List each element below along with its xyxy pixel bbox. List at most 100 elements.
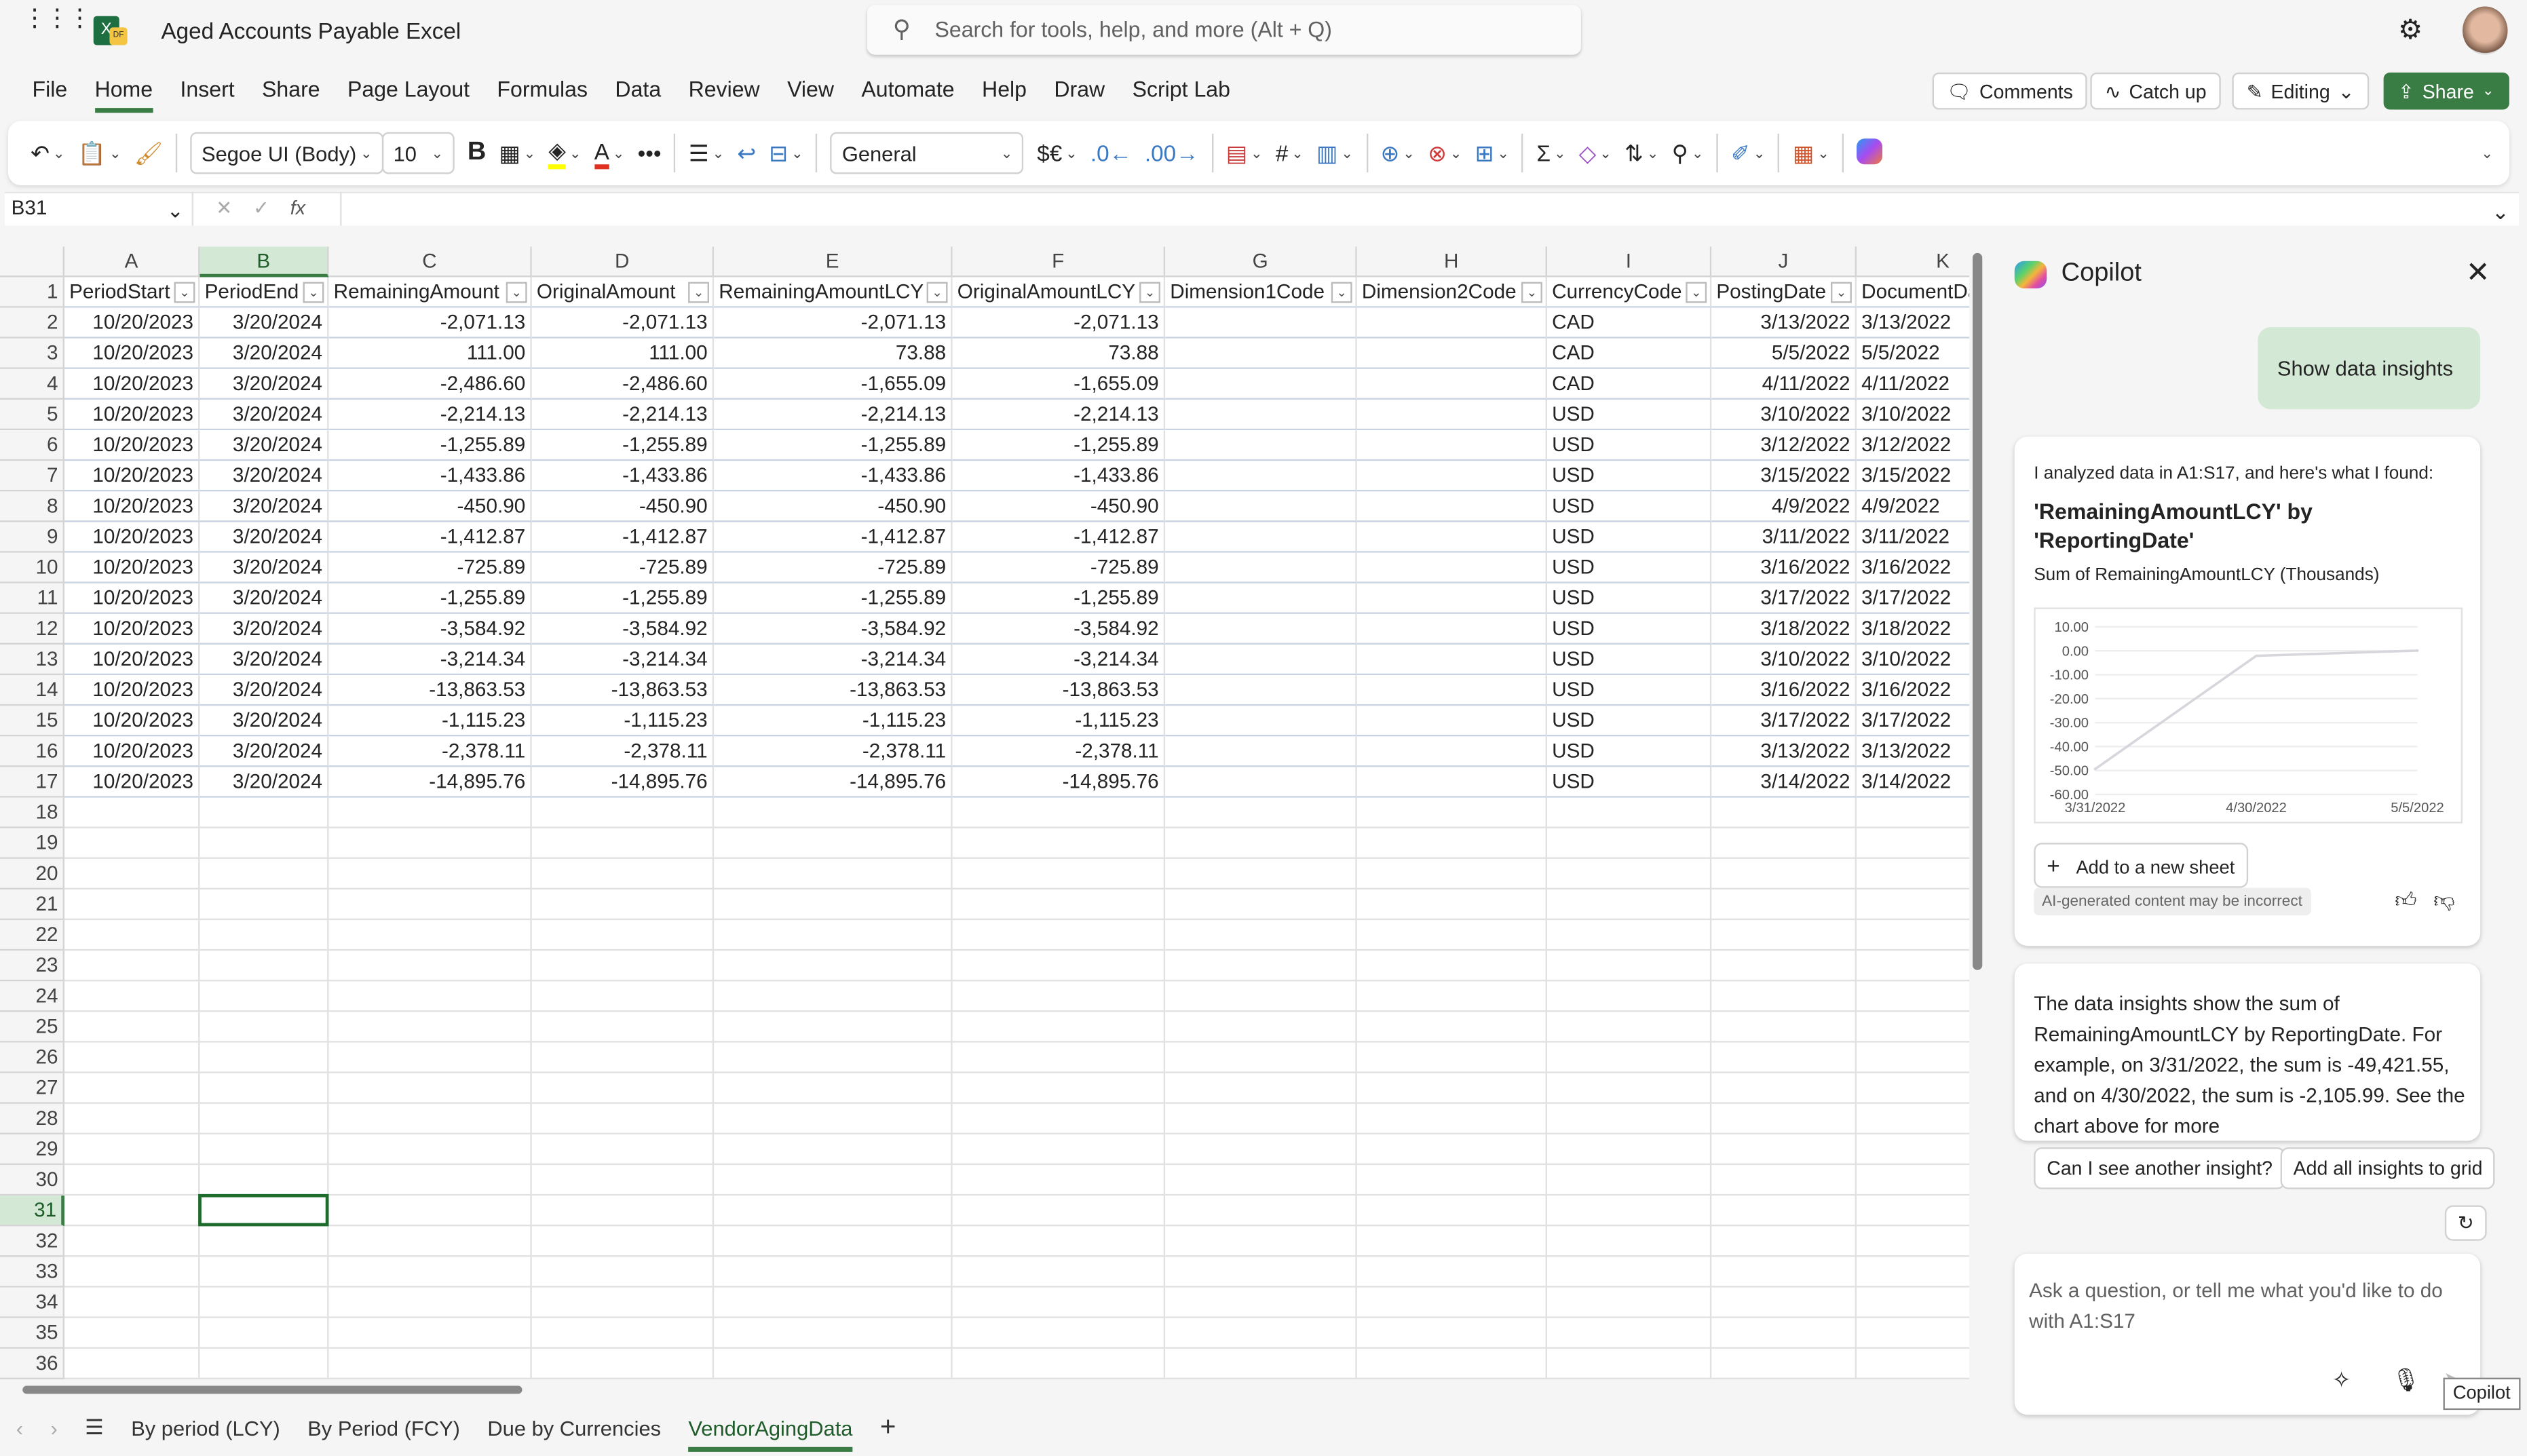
- cell[interactable]: [531, 1287, 715, 1318]
- cell[interactable]: [64, 1165, 200, 1196]
- cell[interactable]: [1356, 1165, 1547, 1196]
- menu-tab-share[interactable]: Share: [262, 77, 320, 113]
- cell[interactable]: [1165, 1318, 1357, 1349]
- filter-dropdown-icon[interactable]: ⌄: [1686, 282, 1707, 303]
- cell[interactable]: 111.00: [328, 338, 532, 369]
- cell[interactable]: 4/9/2022: [1711, 491, 1857, 522]
- undo-button[interactable]: ↶ ⌄: [31, 139, 65, 166]
- cell[interactable]: [714, 1348, 953, 1379]
- cell[interactable]: [1356, 675, 1547, 706]
- cell[interactable]: USD: [1547, 736, 1712, 767]
- cell[interactable]: [1711, 1226, 1857, 1257]
- cell[interactable]: [1711, 920, 1857, 951]
- table-header-cell[interactable]: CurrencyCode ⌄: [1547, 277, 1712, 308]
- row-header[interactable]: 15: [0, 706, 64, 737]
- cell[interactable]: -2,214.13: [328, 400, 532, 431]
- cell[interactable]: [1356, 1103, 1547, 1134]
- formula-bar[interactable]: ⌄: [5, 191, 2520, 226]
- cell[interactable]: -1,115.23: [531, 706, 715, 737]
- cell[interactable]: [200, 951, 329, 982]
- cell[interactable]: 5/5/2022: [1857, 339, 1970, 369]
- cell[interactable]: 3/20/2024: [200, 645, 329, 676]
- cell[interactable]: -725.89: [328, 552, 532, 583]
- cell[interactable]: [1857, 1104, 1970, 1134]
- cell[interactable]: [1165, 430, 1357, 461]
- add-sheet-icon[interactable]: +: [880, 1412, 896, 1444]
- cell[interactable]: [1356, 1073, 1547, 1104]
- cell[interactable]: 10/20/2023: [64, 522, 200, 553]
- row-header[interactable]: 30: [0, 1165, 64, 1196]
- cell[interactable]: -13,863.53: [952, 675, 1166, 706]
- row-header[interactable]: 32: [0, 1226, 64, 1257]
- cell[interactable]: [1711, 1165, 1857, 1196]
- cell[interactable]: 10/20/2023: [64, 706, 200, 737]
- cell[interactable]: [1547, 1042, 1712, 1073]
- cell[interactable]: [531, 1103, 715, 1134]
- cell[interactable]: -1,255.89: [531, 583, 715, 614]
- selected-cell[interactable]: [198, 1193, 329, 1227]
- cell[interactable]: [200, 1287, 329, 1318]
- menu-tab-file[interactable]: File: [33, 77, 68, 113]
- cell[interactable]: [1547, 1226, 1712, 1257]
- cell[interactable]: CAD: [1547, 338, 1712, 369]
- cell[interactable]: [328, 1318, 532, 1349]
- cell[interactable]: -3,214.34: [328, 645, 532, 676]
- cell[interactable]: [1356, 338, 1547, 369]
- cell[interactable]: 3/20/2024: [200, 368, 329, 400]
- cell[interactable]: [1356, 1318, 1547, 1349]
- cell[interactable]: [1547, 920, 1712, 951]
- sheet-tab[interactable]: By period (LCY): [131, 1415, 280, 1440]
- vertical-scrollbar[interactable]: [1969, 233, 1986, 1378]
- row-header[interactable]: 4: [0, 368, 64, 400]
- cell[interactable]: [1165, 706, 1357, 737]
- font-color-button[interactable]: A ⌄: [594, 138, 625, 169]
- confirm-icon[interactable]: ✓: [253, 197, 269, 221]
- cell[interactable]: [1165, 613, 1357, 645]
- close-icon[interactable]: ✕: [2466, 256, 2490, 290]
- cell[interactable]: [1857, 889, 1970, 921]
- cell[interactable]: [1547, 981, 1712, 1012]
- cell[interactable]: [714, 981, 953, 1012]
- cell[interactable]: [1711, 1348, 1857, 1379]
- cell[interactable]: [531, 889, 715, 921]
- borders-button[interactable]: ▦ ⌄: [499, 139, 535, 166]
- cell[interactable]: [1356, 828, 1547, 859]
- cell[interactable]: [1165, 1287, 1357, 1318]
- cell[interactable]: CAD: [1547, 368, 1712, 400]
- cell[interactable]: [1356, 889, 1547, 921]
- cell[interactable]: [952, 889, 1166, 921]
- cell[interactable]: -1,433.86: [714, 461, 953, 492]
- cell[interactable]: 3/20/2024: [200, 307, 329, 339]
- cell[interactable]: [714, 1103, 953, 1134]
- cell[interactable]: [1547, 1134, 1712, 1166]
- cell[interactable]: USD: [1547, 430, 1712, 461]
- cell[interactable]: [200, 889, 329, 921]
- cell[interactable]: [1857, 1349, 1970, 1379]
- column-header[interactable]: A: [64, 246, 200, 277]
- cell[interactable]: [64, 951, 200, 982]
- table-header-cell[interactable]: RemainingAmount ⌄: [328, 277, 532, 308]
- menu-tab-draw[interactable]: Draw: [1054, 77, 1105, 113]
- cell[interactable]: [1711, 1012, 1857, 1043]
- autosum-button[interactable]: Σ ⌄: [1537, 140, 1566, 166]
- cell[interactable]: [328, 1042, 532, 1073]
- cell[interactable]: 3/13/2022: [1711, 736, 1857, 767]
- cell[interactable]: [1547, 1195, 1712, 1227]
- cell[interactable]: [1165, 1195, 1357, 1227]
- cell[interactable]: USD: [1547, 613, 1712, 645]
- cell[interactable]: [1547, 1287, 1712, 1318]
- cell[interactable]: [1547, 858, 1712, 889]
- sensitivity-button[interactable]: ✐ ⌄: [1731, 139, 1766, 166]
- cell[interactable]: [1165, 645, 1357, 676]
- cell[interactable]: 3/20/2024: [200, 675, 329, 706]
- table-header-cell[interactable]: RemainingAmountLCY ⌄: [714, 277, 953, 308]
- cell[interactable]: [1711, 1195, 1857, 1227]
- cell[interactable]: -1,412.87: [328, 522, 532, 553]
- cell[interactable]: 10/20/2023: [64, 491, 200, 522]
- cell[interactable]: [1165, 461, 1357, 492]
- menu-tab-page-layout[interactable]: Page Layout: [347, 77, 470, 113]
- add-ins-button[interactable]: ▦ ⌄: [1793, 139, 1829, 166]
- menu-tab-script-lab[interactable]: Script Lab: [1133, 77, 1230, 113]
- cell[interactable]: 4/11/2022: [1711, 368, 1857, 400]
- cell[interactable]: -450.90: [952, 491, 1166, 522]
